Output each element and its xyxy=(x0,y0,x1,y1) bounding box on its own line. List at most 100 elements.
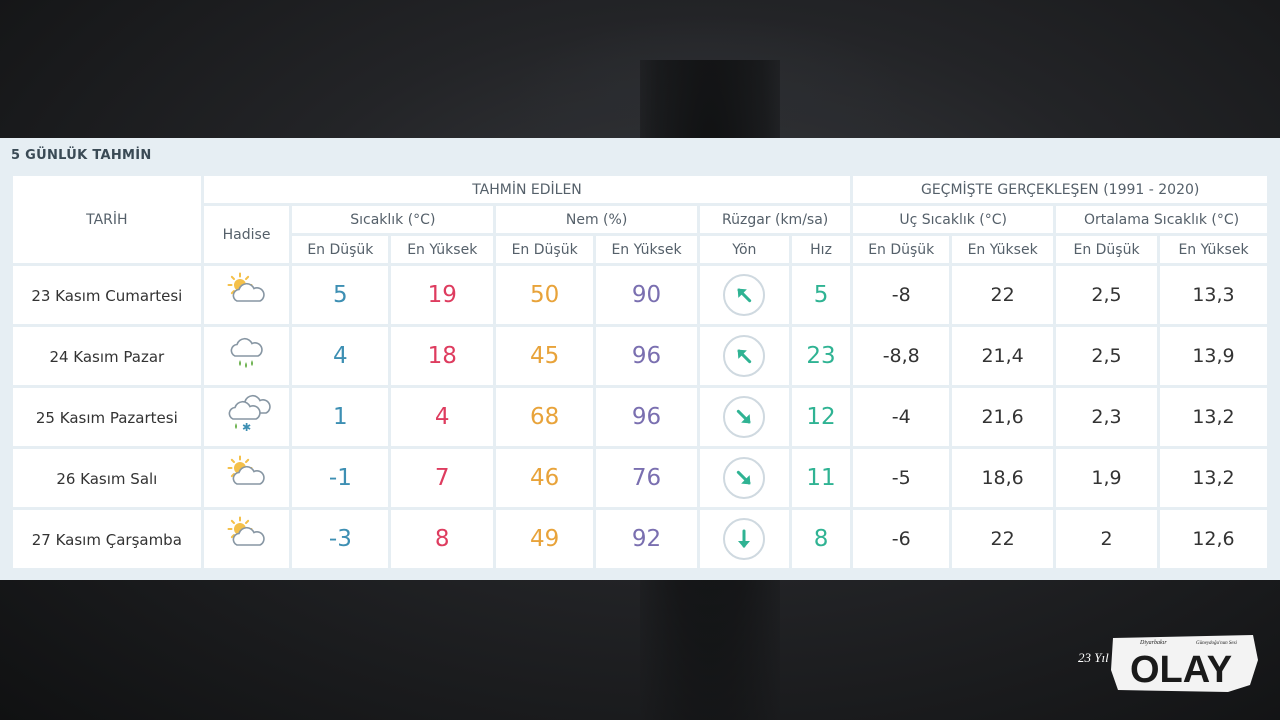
header-humidity: Nem (%) xyxy=(496,206,697,233)
weather-icon-cell: ✱ xyxy=(203,388,290,446)
header-forecast-group: TAHMİN EDİLEN xyxy=(203,176,851,203)
humidity-max-cell: 76 xyxy=(596,449,697,507)
wind-speed-value: 12 xyxy=(806,404,836,430)
header-temp-min: En Düşük xyxy=(292,236,389,263)
humidity-min-cell: 50 xyxy=(496,266,594,324)
temp-max-value: 4 xyxy=(434,404,450,430)
extreme-max-value: 21,6 xyxy=(981,406,1024,428)
weather-icon-cell xyxy=(203,327,290,385)
extreme-min-cell: -8,8 xyxy=(853,327,950,385)
logo-text: OLAY xyxy=(1130,649,1232,691)
date-value: 24 Kasım Pazar xyxy=(49,347,165,366)
avg-min-value: 2,5 xyxy=(1091,284,1122,306)
rain-cloud-icon xyxy=(223,337,271,380)
date-cell: 27 Kasım Çarşamba xyxy=(13,510,201,568)
avg-max-value: 13,3 xyxy=(1192,284,1235,306)
humidity-max-value: 90 xyxy=(631,282,662,308)
avg-max-cell: 13,2 xyxy=(1159,449,1267,507)
wind-direction-icon xyxy=(723,518,766,560)
humidity-max-cell: 92 xyxy=(596,510,697,568)
avg-min-cell: 2,5 xyxy=(1056,266,1157,324)
date-cell: 24 Kasım Pazar xyxy=(13,327,201,385)
avg-min-cell: 1,9 xyxy=(1056,449,1157,507)
temp-min-value: -1 xyxy=(328,465,352,491)
humidity-max-cell: 96 xyxy=(596,327,697,385)
temp-max-value: 8 xyxy=(434,526,450,552)
header-avg-temp: Ortalama Sıcaklık (°C) xyxy=(1056,206,1267,233)
wind-speed-cell: 12 xyxy=(791,388,851,446)
header-wind: Rüzgar (km/sa) xyxy=(699,206,851,233)
extreme-min-value: -4 xyxy=(891,406,911,428)
header-extreme-temp: Uç Sıcaklık (°C) xyxy=(853,206,1054,233)
partly-cloudy-icon xyxy=(223,516,271,563)
extreme-min-value: -6 xyxy=(891,528,911,550)
logo-years: 23 Yıl xyxy=(1078,650,1109,665)
panel-title: 5 GÜNLÜK TAHMİN xyxy=(11,148,152,163)
extreme-max-value: 21,4 xyxy=(981,345,1024,367)
temp-max-cell: 4 xyxy=(391,388,494,446)
avg-max-cell: 13,9 xyxy=(1159,327,1267,385)
extreme-min-value: -8,8 xyxy=(882,345,920,367)
wind-speed-value: 11 xyxy=(806,465,836,491)
wind-direction-cell xyxy=(699,449,789,507)
avg-max-value: 13,2 xyxy=(1192,467,1235,489)
humidity-min-cell: 46 xyxy=(496,449,594,507)
humidity-min-value: 49 xyxy=(529,526,560,552)
humidity-min-value: 68 xyxy=(529,404,560,430)
table-row: 23 Kasım Cumartesi 5 19 50 90 5 -8 22 2,5 13,3 xyxy=(13,266,1267,324)
temp-min-cell: -3 xyxy=(292,510,389,568)
partly-cloudy-icon xyxy=(223,272,271,319)
header-event: Hadise xyxy=(203,206,290,263)
header-date: TARİH xyxy=(13,176,201,263)
humidity-max-value: 96 xyxy=(631,404,662,430)
humidity-min-value: 45 xyxy=(529,343,560,369)
weather-icon-cell xyxy=(203,449,290,507)
humidity-min-cell: 49 xyxy=(496,510,594,568)
temp-min-value: 4 xyxy=(333,343,348,369)
header-temp-max: En Yüksek xyxy=(391,236,494,263)
extreme-min-cell: -5 xyxy=(853,449,950,507)
extreme-max-cell: 21,4 xyxy=(952,327,1054,385)
extreme-max-cell: 22 xyxy=(952,510,1054,568)
extreme-min-cell: -6 xyxy=(853,510,950,568)
temp-min-value: 5 xyxy=(333,282,348,308)
olay-logo: OLAY 23 Yıl Diyarbakır Güneydoğu'nun Ses… xyxy=(1078,635,1258,692)
header-avg-min: En Düşük xyxy=(1056,236,1157,263)
date-value: 27 Kasım Çarşamba xyxy=(31,530,182,549)
sleet-cloud-icon: ✱ xyxy=(223,394,271,441)
table-row: 26 Kasım Salı -1 7 46 76 11 -5 18,6 1,9 13,2 xyxy=(13,449,1267,507)
date-value: 23 Kasım Cumartesi xyxy=(31,286,183,305)
wind-speed-value: 5 xyxy=(813,282,829,308)
temp-max-cell: 7 xyxy=(391,449,494,507)
extreme-min-value: -5 xyxy=(891,467,911,489)
header-temp: Sıcaklık (°C) xyxy=(292,206,494,233)
temp-min-cell: 4 xyxy=(292,327,389,385)
wind-direction-icon xyxy=(723,274,766,316)
header-hum-min: En Düşük xyxy=(496,236,594,263)
extreme-max-cell: 21,6 xyxy=(952,388,1054,446)
temp-min-cell: 5 xyxy=(292,266,389,324)
humidity-min-cell: 68 xyxy=(496,388,594,446)
wind-speed-cell: 11 xyxy=(791,449,851,507)
temp-max-cell: 8 xyxy=(391,510,494,568)
forecast-table: TARİH TAHMİN EDİLEN GEÇMİŞTE GERÇEKLEŞEN… xyxy=(10,173,1270,571)
humidity-min-value: 50 xyxy=(529,282,560,308)
wind-direction-cell xyxy=(699,266,789,324)
logo-tagline-2: Güneydoğu'nun Sesi xyxy=(1196,641,1238,646)
avg-max-value: 13,9 xyxy=(1192,345,1235,367)
wind-direction-cell xyxy=(699,388,789,446)
date-value: 26 Kasım Salı xyxy=(56,469,158,488)
humidity-max-value: 76 xyxy=(631,465,662,491)
extreme-max-value: 18,6 xyxy=(981,467,1024,489)
wind-speed-cell: 5 xyxy=(791,266,851,324)
wind-speed-cell: 8 xyxy=(791,510,851,568)
wind-speed-value: 23 xyxy=(806,343,836,369)
weather-icon-cell xyxy=(203,266,290,324)
wind-speed-cell: 23 xyxy=(791,327,851,385)
date-cell: 23 Kasım Cumartesi xyxy=(13,266,201,324)
humidity-max-cell: 96 xyxy=(596,388,697,446)
header-avg-max: En Yüksek xyxy=(1159,236,1267,263)
avg-min-cell: 2 xyxy=(1056,510,1157,568)
temp-min-value: 1 xyxy=(333,404,348,430)
table-row: 27 Kasım Çarşamba -3 8 49 92 8 -6 22 2 12,6 xyxy=(13,510,1267,568)
